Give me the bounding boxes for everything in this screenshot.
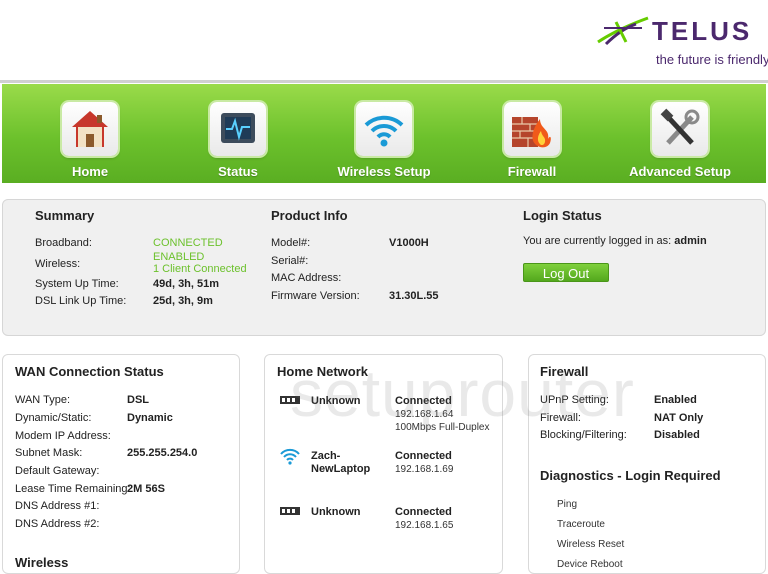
dynamic-static-label: Dynamic/Static: xyxy=(15,412,92,424)
firewall-mode-label: Firewall: xyxy=(540,412,581,424)
nav-status-label: Status xyxy=(218,164,258,179)
wireless-clients: 1 Client Connected xyxy=(153,263,247,275)
summary-panel: Summary Broadband: CONNECTED Wireless: E… xyxy=(2,199,766,336)
device-status: Connected xyxy=(395,506,452,518)
device-status: Connected xyxy=(395,395,452,407)
device-ip: 192.168.1.64 xyxy=(395,409,454,420)
tools-icon xyxy=(652,102,708,156)
wan-status-panel: WAN Connection Status WAN Type: DSL Dyna… xyxy=(2,354,240,574)
header-divider xyxy=(0,80,768,83)
traceroute-link[interactable]: Traceroute xyxy=(557,519,605,530)
device-name: Zach- xyxy=(311,450,341,462)
nav-home[interactable]: Home xyxy=(30,84,150,183)
serial-label: Serial#: xyxy=(271,255,309,267)
firmware-label: Firmware Version: xyxy=(271,290,360,302)
wifi-icon xyxy=(356,102,412,156)
ping-link[interactable]: Ping xyxy=(557,499,577,510)
mac-label: MAC Address: xyxy=(271,272,342,284)
firmware-value: 31.30L.55 xyxy=(389,290,439,302)
nav-wireless-label: Wireless Setup xyxy=(337,164,431,179)
lease-time-value: 2M 56S xyxy=(127,483,165,495)
telus-logo: TELUS the future is friendly® xyxy=(594,14,768,68)
blocking-filtering-label: Blocking/Filtering: xyxy=(540,429,627,441)
nav-status[interactable]: Status xyxy=(178,84,298,183)
dsl-uptime-value: 25d, 3h, 9m xyxy=(153,295,213,307)
nav-firewall[interactable]: Firewall xyxy=(472,84,592,183)
login-status-title: Login Status xyxy=(523,208,602,223)
nav-home-label: Home xyxy=(71,164,109,179)
broadband-status: CONNECTED xyxy=(153,237,223,249)
nav-advanced-label: Advanced Setup xyxy=(629,164,731,179)
login-message: You are currently logged in as: xyxy=(523,235,672,247)
login-user: admin xyxy=(674,235,707,247)
brand-name: TELUS xyxy=(652,16,753,46)
firewall-title: Firewall xyxy=(540,364,589,379)
nav-firewall-label: Firewall xyxy=(507,164,557,179)
upnp-label: UPnP Setting: xyxy=(540,394,609,406)
upnp-value: Enabled xyxy=(654,394,697,406)
dsl-uptime-label: DSL Link Up Time: xyxy=(35,295,127,307)
home-network-title: Home Network xyxy=(277,364,369,379)
broadband-label: Broadband: xyxy=(35,237,92,249)
ethernet-icon xyxy=(280,396,300,404)
monitor-icon xyxy=(210,102,266,156)
device-name: Unknown xyxy=(311,395,361,407)
model-value: V1000H xyxy=(389,237,429,249)
telus-mark-icon xyxy=(597,16,649,46)
subnet-mask-label: Subnet Mask: xyxy=(15,447,83,459)
dynamic-static-value: Dynamic xyxy=(127,412,173,424)
nav-wireless-setup[interactable]: Wireless Setup xyxy=(324,84,444,183)
wan-type-value: DSL xyxy=(127,394,149,406)
default-gateway-label: Default Gateway: xyxy=(15,465,100,477)
ethernet-icon xyxy=(280,507,300,515)
nav-advanced-setup[interactable]: Advanced Setup xyxy=(620,84,740,183)
modem-ip-label: Modem IP Address: xyxy=(15,430,111,442)
logout-button[interactable]: Log Out xyxy=(523,263,609,282)
wireless-status: ENABLED xyxy=(153,251,205,263)
product-info-title: Product Info xyxy=(271,208,348,223)
wifi-icon xyxy=(280,448,300,465)
firewall-icon xyxy=(504,102,560,156)
home-network-panel: Home Network Unknown Connected 192.168.1… xyxy=(264,354,503,574)
device-ip: 192.168.1.65 xyxy=(395,520,454,531)
blocking-filtering-value: Disabled xyxy=(654,429,700,441)
wireless-reset-link[interactable]: Wireless Reset xyxy=(557,539,624,550)
diagnostics-title: Diagnostics - Login Required xyxy=(540,468,721,483)
device-link-speed: 100Mbps Full-Duplex xyxy=(395,422,490,433)
house-icon xyxy=(62,102,118,156)
firewall-mode-value: NAT Only xyxy=(654,412,704,424)
wireless-label: Wireless: xyxy=(35,258,81,270)
device-reboot-link[interactable]: Device Reboot xyxy=(557,559,623,570)
system-uptime-label: System Up Time: xyxy=(35,278,119,290)
brand-tagline: the future is friendly® xyxy=(656,52,768,67)
summary-title: Summary xyxy=(35,208,95,223)
device-name-line2: NewLaptop xyxy=(311,463,371,475)
login-status-text: You are currently logged in as: admin xyxy=(523,235,707,247)
device-name: Unknown xyxy=(311,506,361,518)
subnet-mask-value: 255.255.254.0 xyxy=(127,447,198,459)
device-ip: 192.168.1.69 xyxy=(395,464,454,475)
system-uptime-value: 49d, 3h, 51m xyxy=(153,278,220,290)
device-status: Connected xyxy=(395,450,452,462)
lease-time-label: Lease Time Remaining: xyxy=(15,483,131,495)
dns2-label: DNS Address #2: xyxy=(15,518,100,530)
dns1-label: DNS Address #1: xyxy=(15,500,100,512)
model-label: Model#: xyxy=(271,237,311,249)
firewall-panel: Firewall UPnP Setting: Enabled Firewall:… xyxy=(528,354,766,574)
main-nav: Home Status Wireless Setup Firewall Adva… xyxy=(2,84,766,183)
wan-type-label: WAN Type: xyxy=(15,394,71,406)
wan-title: WAN Connection Status xyxy=(15,364,164,379)
